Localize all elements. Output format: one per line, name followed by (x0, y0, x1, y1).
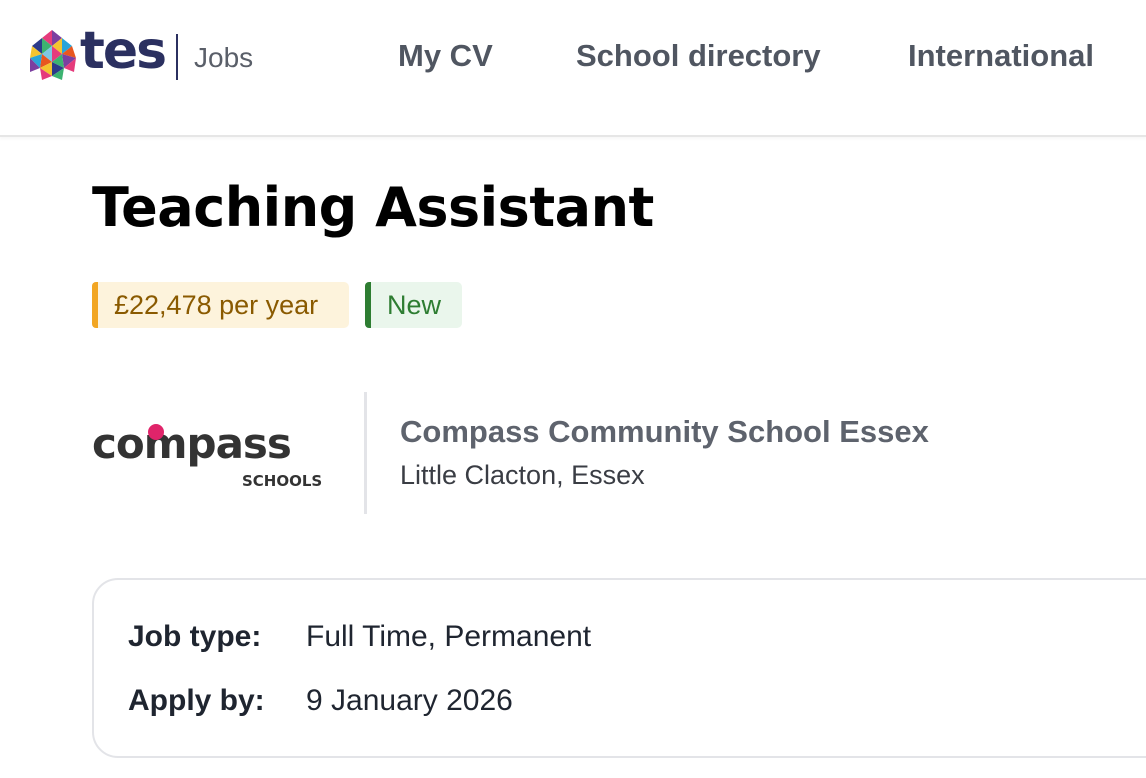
site-header: tes Jobs My CV School directory Internat… (0, 0, 1146, 137)
compass-logo-dot-icon (148, 424, 164, 440)
job-type-label: Job type: (128, 620, 262, 653)
compass-logo-subtext: SCHOOLS (242, 472, 322, 490)
apply-by-value: 9 January 2026 (306, 684, 513, 717)
tes-wordmark: tes (80, 21, 167, 81)
compass-schools-logo[interactable]: compass SCHOOLS (90, 410, 336, 494)
tes-mosaic-logo-icon (30, 30, 76, 80)
new-status-badge: New (365, 282, 462, 328)
job-title: Teaching Assistant (92, 176, 654, 239)
compass-logo-wordmark: compass (92, 419, 291, 468)
nav-link-school-directory[interactable]: School directory (576, 38, 821, 74)
nav-link-my-cv[interactable]: My CV (398, 38, 493, 74)
job-type-value: Full Time, Permanent (306, 620, 592, 653)
tes-jobs-logo[interactable]: tes Jobs (28, 25, 253, 80)
school-divider (364, 392, 367, 514)
apply-by-label: Apply by: (128, 684, 265, 717)
logo-subtitle: Jobs (194, 42, 254, 73)
nav-link-international[interactable]: International (908, 38, 1094, 74)
school-location: Little Clacton, Essex (400, 460, 645, 490)
logo-divider (176, 34, 178, 80)
job-details-card: Job type: Full Time, Permanent Apply by:… (92, 578, 1146, 758)
school-name-link[interactable]: Compass Community School Essex (400, 414, 929, 450)
salary-tag: £22,478 per year (92, 282, 349, 328)
